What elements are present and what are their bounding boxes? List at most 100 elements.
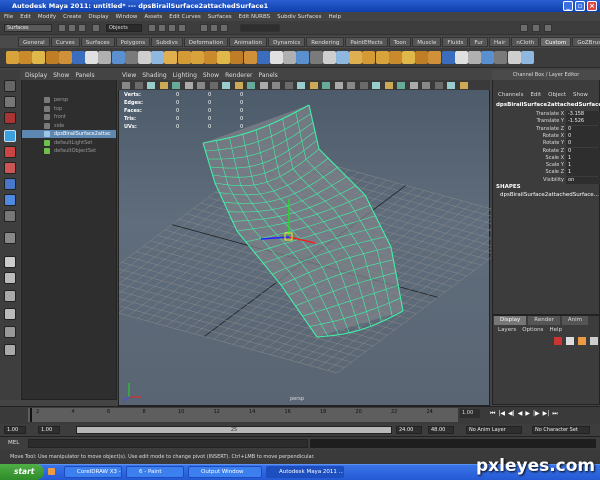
channel-value[interactable]: 1 — [566, 162, 600, 170]
universal-manip-icon[interactable] — [4, 178, 16, 190]
go-to-end-icon[interactable]: ⏭ — [552, 410, 557, 418]
menu-help[interactable]: Help — [328, 14, 341, 20]
channel-value[interactable]: 0 — [566, 125, 600, 133]
go-to-start-icon[interactable]: ⏮ — [490, 410, 495, 418]
task-coreldraw[interactable]: CorelDRAW X3 - [Gra... — [64, 466, 122, 478]
vp-menu-shading[interactable]: Shading — [142, 72, 166, 79]
layer-options-icon[interactable] — [578, 337, 586, 345]
viewport-tool-icon[interactable] — [384, 82, 393, 89]
menu-subdiv-surfaces[interactable]: Subdiv Surfaces — [277, 14, 321, 20]
soft-mod-icon[interactable] — [4, 194, 16, 206]
shelf-tool-icon[interactable] — [336, 51, 349, 64]
outliner-item[interactable]: side — [22, 122, 116, 130]
shelf-tool-icon[interactable] — [45, 51, 59, 64]
step-back-icon[interactable]: |◀ — [498, 410, 505, 418]
cb-menu-show[interactable]: Show — [573, 92, 588, 100]
shelf-tab-curves[interactable]: Curves — [50, 37, 80, 47]
shelf-tool-icon[interactable] — [151, 51, 165, 64]
shelf-tab-general[interactable]: General — [18, 37, 50, 47]
menu-create[interactable]: Create — [63, 14, 81, 20]
shelf-tab-custom[interactable]: Custom — [540, 37, 572, 47]
channel-value[interactable]: 0 — [566, 147, 600, 155]
outliner-item[interactable]: defaultObjectSet — [22, 147, 116, 155]
close-icon[interactable]: × — [587, 1, 597, 11]
shelf-tool-icon[interactable] — [138, 51, 151, 64]
input-field[interactable] — [240, 24, 280, 32]
ipr-render-icon[interactable] — [210, 24, 218, 32]
channel-row[interactable]: Rotate Y0 — [492, 140, 600, 148]
snap-point-icon[interactable] — [168, 24, 176, 32]
selection-mode-field[interactable]: Objects — [106, 24, 142, 32]
shelf-tab-rendering[interactable]: Rendering — [306, 37, 345, 47]
menu-assets[interactable]: Assets — [144, 14, 162, 20]
channel-row[interactable]: Scale Y1 — [492, 162, 600, 170]
new-layer-selected-icon[interactable] — [566, 337, 574, 345]
range-slider-bar[interactable]: 25 — [76, 426, 392, 434]
viewport-tool-icon[interactable] — [209, 82, 218, 89]
shelf-tool-icon[interactable] — [270, 51, 283, 64]
last-tool-icon[interactable] — [4, 232, 16, 244]
select-mode-icon[interactable] — [92, 24, 100, 32]
shelf-tool-icon[interactable] — [190, 51, 204, 64]
viewport-tool-icon[interactable] — [409, 82, 418, 89]
shelf-tab-painteffects[interactable]: PaintEffects — [345, 37, 388, 47]
four-pane-layout-icon[interactable] — [4, 272, 16, 284]
rotate-tool-icon[interactable] — [4, 146, 16, 158]
shelf-tool-icon[interactable] — [507, 51, 521, 64]
shelf-tool-icon[interactable] — [98, 51, 112, 64]
show-tool-settings-icon[interactable] — [532, 24, 540, 32]
viewport-tool-icon[interactable] — [459, 82, 468, 89]
paint-select-icon[interactable] — [4, 112, 16, 124]
menu-surfaces[interactable]: Surfaces — [208, 14, 232, 20]
shelf-tool-icon[interactable] — [85, 51, 99, 64]
shelf-tool-icon[interactable] — [322, 51, 336, 64]
shelf-tab-surfaces[interactable]: Surfaces — [80, 37, 115, 47]
mel-input[interactable] — [28, 439, 308, 448]
shelf-tab-fluids[interactable]: Fluids — [442, 37, 469, 47]
viewport-tool-icon[interactable] — [222, 82, 230, 89]
viewport-tool-icon[interactable] — [334, 82, 343, 89]
viewport-tool-icon[interactable] — [322, 82, 330, 89]
perspective-viewport[interactable] — [118, 70, 491, 406]
shelf-tool-icon[interactable] — [256, 51, 270, 64]
shelf-tool-icon[interactable] — [454, 51, 468, 64]
task-maya[interactable]: Autodesk Maya 2011 ... — [266, 466, 344, 478]
move-tool-icon[interactable] — [4, 130, 16, 142]
current-frame-marker[interactable] — [30, 408, 32, 422]
viewport-tool-icon[interactable] — [259, 82, 268, 89]
shelf-tab-animation[interactable]: Animation — [229, 37, 268, 47]
channel-row[interactable]: Visibility on — [492, 176, 600, 184]
shelf-tool-icon[interactable] — [362, 51, 376, 64]
channel-row[interactable]: Rotate X0 — [492, 132, 600, 140]
range-start-field[interactable]: 1.00 — [4, 426, 26, 434]
shelf-tab-dynamics[interactable]: Dynamics — [268, 37, 306, 47]
shelf-tool-icon[interactable] — [72, 51, 85, 64]
shelf-tool-icon[interactable] — [296, 51, 310, 64]
shelf-tool-icon[interactable] — [494, 51, 508, 64]
cb-menu-channels[interactable]: Channels — [498, 92, 523, 100]
cb-menu-object[interactable]: Object — [548, 92, 566, 100]
viewport-tool-icon[interactable] — [172, 82, 180, 89]
viewport-tool-icon[interactable] — [159, 82, 168, 89]
viewport-tool-icon[interactable] — [247, 82, 255, 89]
viewport-tool-icon[interactable] — [284, 82, 293, 89]
lasso-tool-icon[interactable] — [4, 96, 16, 108]
shelf-tool-icon[interactable] — [32, 51, 46, 64]
menu-modify[interactable]: Modify — [38, 14, 56, 20]
viewport-tool-icon[interactable] — [197, 82, 205, 89]
shelf-tab-gozbrush[interactable]: GoZBrush — [572, 37, 600, 47]
outliner-menu-display[interactable]: Display — [25, 72, 47, 79]
shelf-tool-icon[interactable] — [441, 51, 455, 64]
quicklaunch-icon[interactable] — [48, 468, 55, 475]
menu-set-dropdown[interactable]: Surfaces — [4, 24, 52, 32]
render-settings-icon[interactable] — [220, 24, 228, 32]
shelf-tool-icon[interactable] — [388, 51, 402, 64]
step-forward-key-icon[interactable]: |▶ — [533, 410, 540, 418]
shelf-tool-icon[interactable] — [309, 51, 323, 64]
play-back-icon[interactable]: ◀ — [518, 410, 523, 418]
layer-menu-help[interactable]: Help — [549, 327, 562, 333]
cb-menu-edit[interactable]: Edit — [530, 92, 541, 100]
menu-edit-curves[interactable]: Edit Curves — [169, 14, 201, 20]
channel-row[interactable]: Translate Y -1.526 — [492, 118, 600, 126]
hypershade-layout-icon[interactable] — [4, 326, 16, 338]
